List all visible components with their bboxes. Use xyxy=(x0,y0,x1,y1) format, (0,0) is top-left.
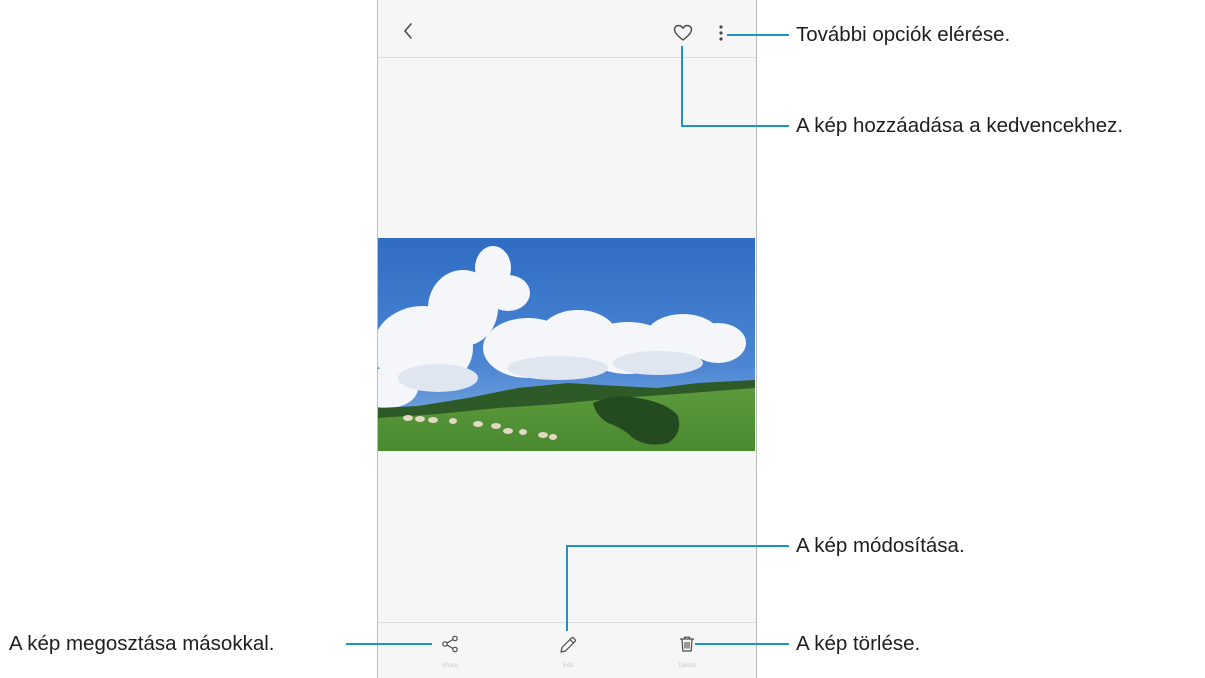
delete-button[interactable]: Delete xyxy=(672,633,702,673)
landscape-photo xyxy=(378,238,755,451)
share-button[interactable]: Share xyxy=(435,633,465,673)
more-vertical-icon[interactable] xyxy=(718,24,724,42)
callout-line-delete xyxy=(695,643,789,645)
callout-edit: A kép módosítása. xyxy=(796,534,965,557)
callout-line-edit-horizontal xyxy=(566,545,789,547)
chevron-left-icon[interactable] xyxy=(402,22,414,40)
photo xyxy=(378,238,755,451)
share-icon xyxy=(442,635,458,653)
share-label: Share xyxy=(441,663,458,669)
delete-label: Delete xyxy=(678,663,696,669)
trash-icon xyxy=(680,636,694,652)
pencil-icon xyxy=(560,636,577,653)
edit-label: Edit xyxy=(562,663,574,669)
callout-add-favorite: A kép hozzáadása a kedvencekhez. xyxy=(796,114,1124,137)
callout-line-favorite-vertical xyxy=(681,46,683,127)
callout-line-edit-vertical xyxy=(566,545,568,631)
callout-line-share xyxy=(346,643,432,645)
edit-button[interactable]: Edit xyxy=(553,633,583,673)
heart-icon[interactable] xyxy=(673,24,693,42)
callout-line-favorite-horizontal xyxy=(681,125,789,127)
callout-more-options: További opciók elérése. xyxy=(796,23,1011,46)
top-app-bar xyxy=(378,0,756,58)
callout-line-more-options xyxy=(727,34,789,36)
callout-delete: A kép törlése. xyxy=(796,632,921,655)
callout-share: A kép megosztása másokkal. xyxy=(9,632,275,655)
